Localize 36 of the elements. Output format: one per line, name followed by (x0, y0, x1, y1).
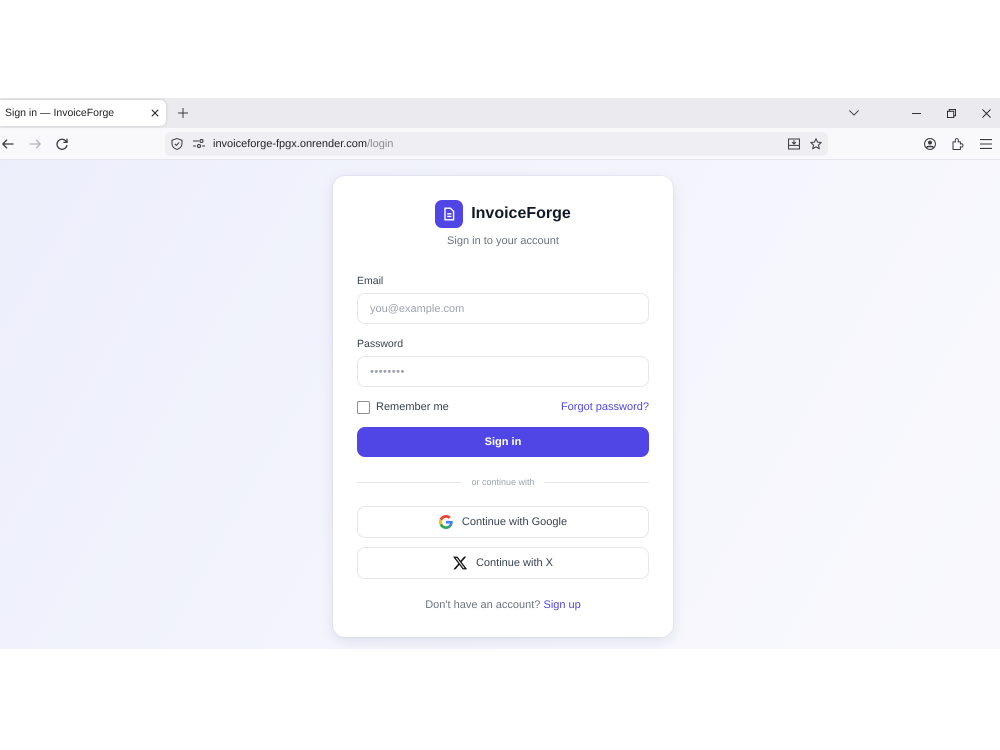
email-field[interactable]: you@example.com (357, 293, 649, 324)
brand-name: InvoiceForge (471, 205, 571, 223)
signup-link[interactable]: Sign up (543, 599, 581, 611)
remember-checkbox[interactable] (357, 400, 370, 414)
remember-label[interactable]: Remember me (376, 401, 449, 413)
browser-tab[interactable]: Sign in — InvoiceForge (0, 100, 166, 126)
close-tab-icon[interactable] (151, 109, 159, 117)
download-icon[interactable] (788, 138, 800, 150)
puzzle-icon[interactable] (952, 138, 964, 150)
close-window-icon[interactable] (982, 108, 991, 118)
account-icon[interactable] (924, 138, 936, 150)
menu-icon[interactable] (980, 138, 992, 148)
address-url[interactable]: invoiceforge-fpgx.onrender.com/login (213, 138, 394, 150)
shield-icon[interactable] (171, 138, 183, 150)
new-tab-icon[interactable] (178, 108, 188, 118)
x-logo-icon (452, 556, 467, 570)
back-arrow-icon[interactable] (2, 138, 14, 150)
password-field[interactable]: •••••••• (357, 356, 649, 387)
chevron-down-icon[interactable] (849, 110, 859, 116)
minimize-icon[interactable] (912, 112, 921, 114)
document-logo-icon (435, 200, 464, 228)
sliders-icon[interactable] (193, 139, 205, 148)
x-sign-in-button[interactable]: Continue with X (357, 547, 649, 579)
password-label: Password (357, 337, 404, 351)
divider-text: or continue with (471, 477, 535, 487)
forgot-password-link[interactable]: Forgot password? (560, 401, 649, 413)
google-logo-icon (438, 515, 453, 529)
sign-in-button[interactable]: Sign in (357, 427, 649, 457)
reload-icon[interactable] (56, 138, 68, 150)
star-icon[interactable] (810, 138, 822, 150)
email-label: Email (357, 274, 384, 288)
subtitle: Sign in to your account (446, 234, 560, 248)
address-bar[interactable]: invoiceforge-fpgx.onrender.com/login (165, 132, 828, 156)
restore-icon[interactable] (947, 108, 956, 118)
google-sign-in-button[interactable]: Continue with Google (357, 506, 649, 538)
signup-prompt: Don't have an account? Sign up (424, 598, 582, 612)
